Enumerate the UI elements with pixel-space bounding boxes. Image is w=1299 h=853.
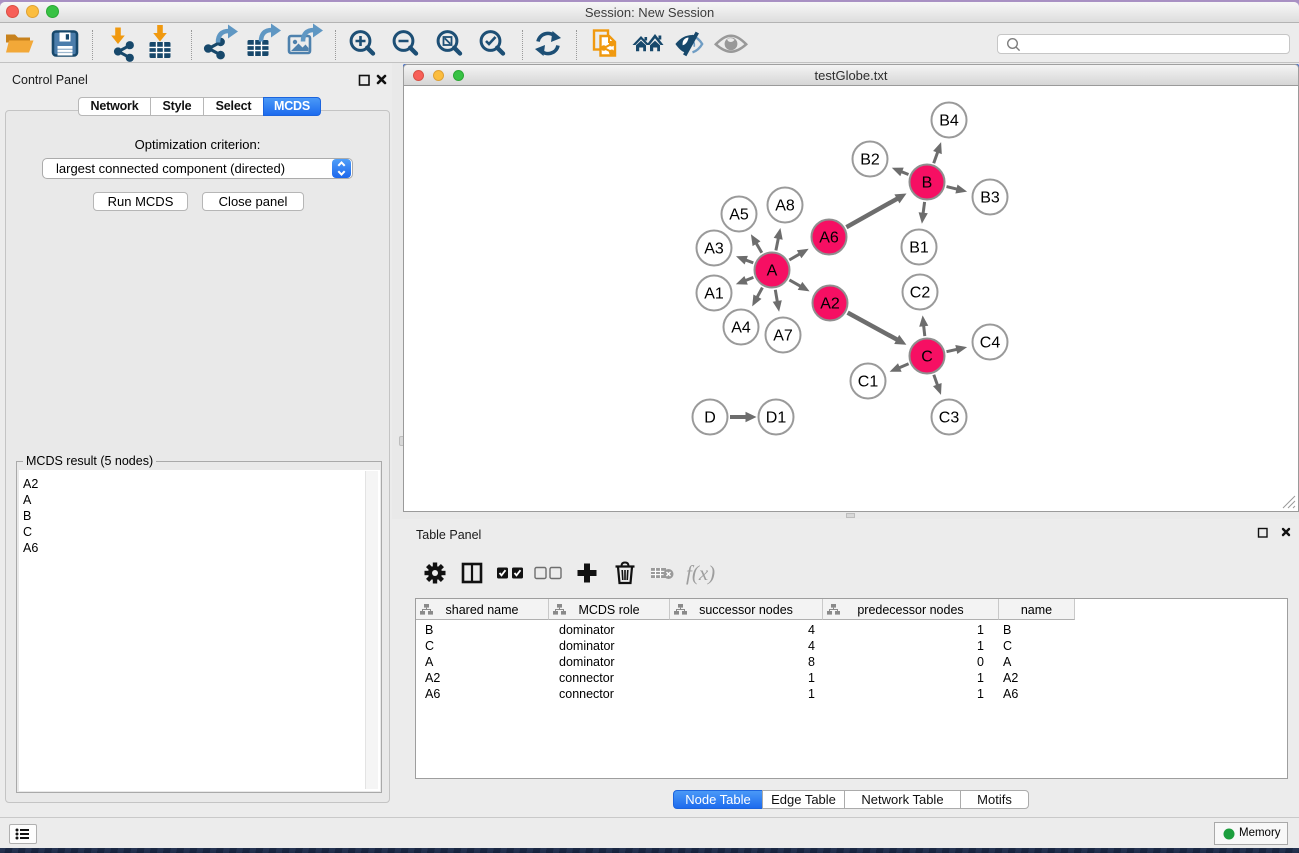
svg-text:A6: A6 [819, 229, 839, 246]
svg-text:B3: B3 [980, 189, 1000, 206]
svg-text:D: D [704, 409, 716, 426]
svg-text:A8: A8 [775, 197, 795, 214]
svg-text:A2: A2 [820, 295, 840, 312]
svg-text:C1: C1 [858, 373, 879, 390]
svg-text:B: B [922, 174, 933, 191]
svg-text:A7: A7 [773, 327, 793, 344]
svg-text:B1: B1 [909, 239, 929, 256]
svg-text:C2: C2 [910, 284, 931, 301]
svg-text:C3: C3 [939, 409, 960, 426]
svg-text:C4: C4 [980, 334, 1001, 351]
svg-text:A1: A1 [704, 285, 724, 302]
svg-text:A4: A4 [731, 319, 751, 336]
svg-text:B4: B4 [939, 112, 959, 129]
svg-text:C: C [921, 348, 933, 365]
svg-text:A5: A5 [729, 206, 749, 223]
svg-text:B2: B2 [860, 151, 880, 168]
svg-text:D1: D1 [766, 409, 787, 426]
svg-text:A3: A3 [704, 240, 724, 257]
svg-text:f(x): f(x) [686, 561, 715, 585]
svg-text:A: A [767, 262, 778, 279]
